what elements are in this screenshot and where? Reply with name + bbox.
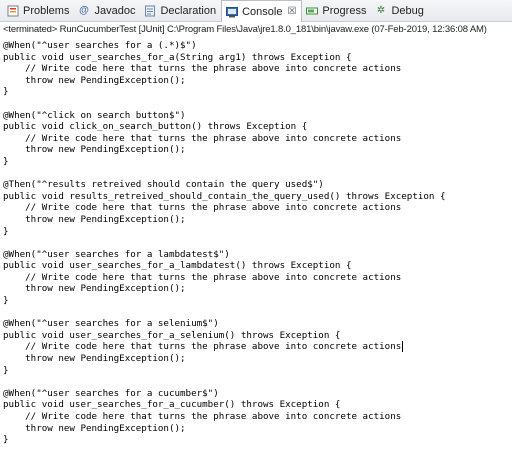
- console-line: // Write code here that turns the phrase…: [3, 63, 402, 75]
- console-line: throw new PendingException();: [3, 213, 186, 225]
- console-output[interactable]: @When("^user searches for a (.*)$") publi…: [3, 40, 512, 446]
- close-icon[interactable]: ☒: [287, 6, 296, 17]
- progress-icon: [305, 4, 318, 17]
- tab-debug[interactable]: ✲ Debug: [371, 0, 428, 21]
- console-line: public void user_searches_for_a_selenium…: [3, 329, 341, 341]
- console-line: }: [3, 86, 9, 98]
- console-line: throw new PendingException();: [3, 144, 186, 156]
- console-line: public void click_on_search_button() thr…: [3, 121, 308, 133]
- tab-progress[interactable]: Progress: [302, 0, 371, 21]
- console-icon: [225, 5, 238, 18]
- console-line: @When("^click on search button$"): [3, 109, 186, 121]
- tab-console[interactable]: Console ☒: [221, 0, 303, 22]
- console-line: }: [3, 225, 9, 237]
- console-line: // Write code here that turns the phrase…: [3, 271, 402, 283]
- tab-label: Progress: [322, 4, 367, 17]
- console-status-line: <terminated> RunCucumberTest [JUnit] C:\…: [3, 24, 487, 35]
- console-line: throw new PendingException();: [3, 74, 186, 86]
- debug-icon: ✲: [376, 5, 386, 16]
- tab-label: Declaration: [160, 4, 217, 17]
- console-line: @When("^user searches for a selenium$"): [3, 318, 219, 330]
- console-line: // Write code here that turns the phrase…: [3, 411, 402, 422]
- console-line: @Then("^results retreived should contain…: [3, 179, 324, 191]
- console-line: throw new PendingException();: [3, 422, 186, 434]
- console-line: public void user_searches_for_a_lambdate…: [3, 260, 352, 272]
- declaration-icon: [143, 4, 156, 17]
- console-line: }: [3, 434, 9, 446]
- console-line: // Write code here that turns the phrase…: [3, 341, 404, 353]
- console-line: // Write code here that turns the phrase…: [3, 132, 402, 144]
- tab-declaration[interactable]: Declaration: [140, 0, 221, 21]
- console-line: public void results_retreived_should_con…: [3, 190, 446, 202]
- view-tab-bar: Problems @ Javadoc Declaration Console ☒…: [0, 0, 512, 22]
- problems-icon: [6, 4, 19, 17]
- tab-problems[interactable]: Problems: [3, 0, 74, 21]
- console-line: throw new PendingException();: [3, 353, 186, 365]
- javadoc-icon: @: [79, 5, 89, 16]
- console-line: @When("^user searches for a (.*)$"): [3, 40, 197, 51]
- tab-label: Console: [242, 5, 283, 18]
- tab-label: Debug: [391, 4, 424, 17]
- console-line: public void user_searches_for_a_cucumber…: [3, 399, 341, 411]
- console-line: public void user_searches_for_a(String a…: [3, 51, 352, 63]
- console-line: @When("^user searches for a cucumber$"): [3, 387, 219, 399]
- console-line: @When("^user searches for a lambdatest$"…: [3, 248, 230, 260]
- tab-label: Javadoc: [94, 4, 136, 17]
- console-line: // Write code here that turns the phrase…: [3, 202, 402, 214]
- console-line: }: [3, 155, 9, 167]
- tab-label: Problems: [23, 4, 70, 17]
- console-line: }: [3, 364, 9, 376]
- text-caret: [402, 341, 404, 353]
- console-line: throw new PendingException();: [3, 283, 186, 295]
- console-line: }: [3, 295, 9, 307]
- tab-javadoc[interactable]: @ Javadoc: [74, 0, 140, 21]
